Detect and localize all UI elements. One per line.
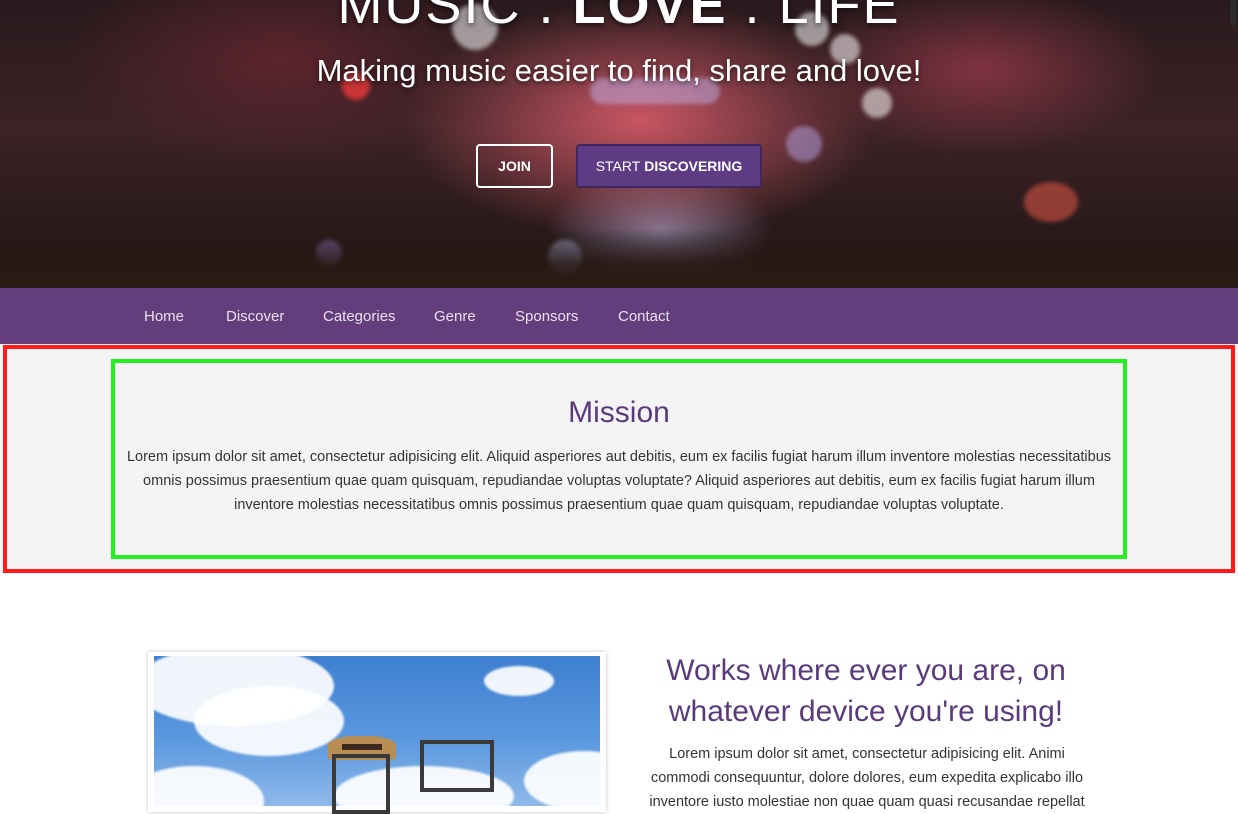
hero-subtitle: Making music easier to find, share and l… — [316, 53, 922, 88]
nav-item-home[interactable]: Home — [144, 288, 184, 344]
feature-text: Lorem ipsum dolor sit amet, consectetur … — [649, 746, 1085, 810]
join-button-label: JOIN — [498, 158, 531, 174]
scrollbar-thumb[interactable] — [1230, 0, 1236, 26]
hero-title: MUSIC . LOVE . LIFE — [0, 0, 1238, 36]
cloud — [484, 666, 554, 696]
picture-frame — [420, 740, 494, 792]
cloud — [194, 686, 344, 756]
bokeh-light — [862, 88, 892, 118]
main-nav: Home Discover Categories Genre Sponsors … — [0, 288, 1238, 344]
hero-title-part3: . LIFE — [727, 0, 901, 35]
hero-title-part2: LOVE — [572, 0, 728, 35]
bokeh-light — [786, 126, 822, 162]
nav-item-sponsors[interactable]: Sponsors — [515, 288, 578, 344]
cloud — [524, 751, 600, 806]
nav-item-genre[interactable]: Genre — [434, 288, 476, 344]
picture-frame — [332, 754, 390, 814]
hero-title-part1: MUSIC . — [337, 0, 573, 35]
join-button[interactable]: JOIN — [476, 144, 553, 188]
hat-band — [342, 744, 382, 750]
crowd-silhouette — [0, 228, 1238, 288]
cloud — [154, 766, 264, 806]
start-discovering-button[interactable]: START DISCOVERING — [576, 144, 762, 188]
bokeh-light — [1024, 182, 1078, 222]
nav-item-contact[interactable]: Contact — [618, 288, 670, 344]
feature-title: Works where ever you are, on whatever de… — [666, 654, 1066, 728]
nav-item-categories[interactable]: Categories — [323, 288, 396, 344]
mission-text: Lorem ipsum dolor sit amet, consectetur … — [126, 449, 1112, 513]
start-button-label-light: START — [595, 158, 641, 174]
start-button-label-bold: DISCOVERING — [644, 158, 743, 174]
mission-title: Mission — [568, 396, 670, 429]
nav-item-discover[interactable]: Discover — [226, 288, 284, 344]
